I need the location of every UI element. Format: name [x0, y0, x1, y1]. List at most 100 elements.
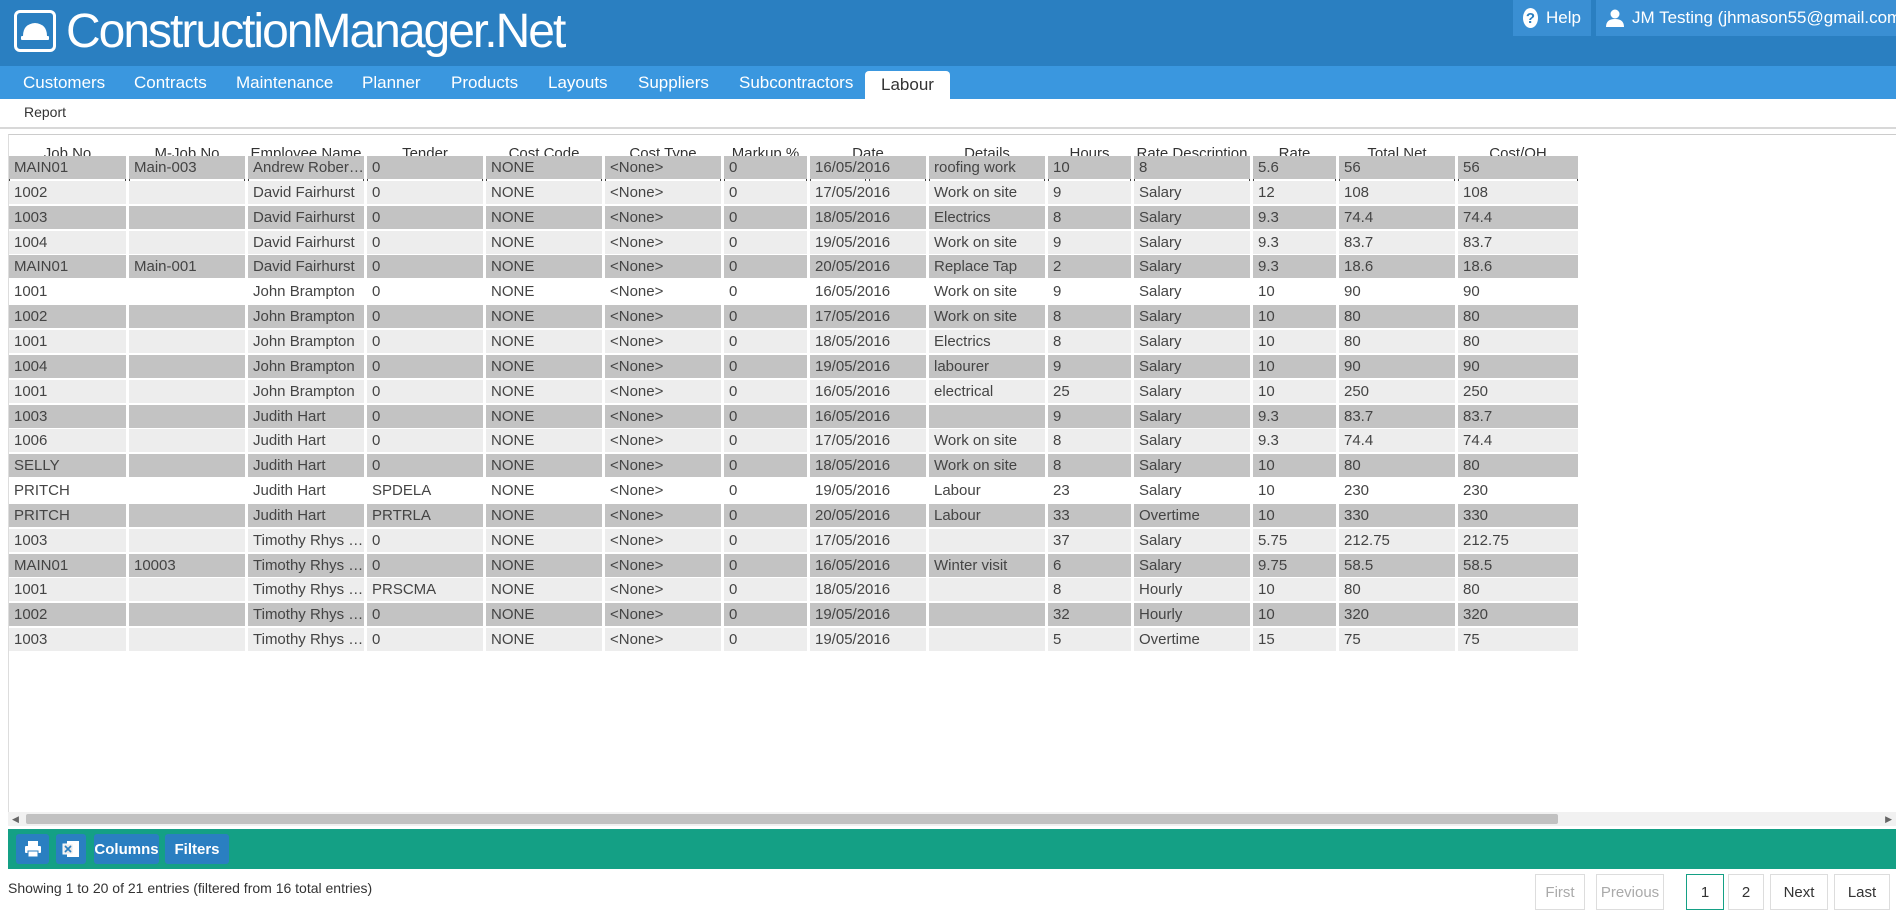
report-link[interactable]: Report	[24, 104, 66, 120]
table-cell: Overtime	[1134, 503, 1250, 527]
app-logo[interactable]: ConstructionManager.Net	[14, 4, 566, 58]
nav-planner[interactable]: Planner	[362, 66, 421, 99]
scrollbar-thumb[interactable]	[26, 814, 1558, 824]
table-cell: 0	[367, 404, 483, 428]
table-cell: Work on site	[929, 429, 1045, 453]
table-row[interactable]: 1003 David Fairhurst 0 NONE <None> 0 18/05/201…	[9, 205, 1896, 229]
table-cell: <None>	[605, 205, 721, 229]
table-cell: 0	[724, 429, 807, 453]
table-cell: 9	[1048, 404, 1131, 428]
user-menu-button[interactable]: JM Testing (jhmason55@gmail.com)	[1596, 0, 1896, 36]
table-cell: 17/05/2016	[810, 429, 926, 453]
table-cell: 17/05/2016	[810, 305, 926, 329]
table-cell: 0	[367, 305, 483, 329]
help-button[interactable]: ? Help	[1513, 0, 1591, 36]
table-cell: 74.4	[1458, 205, 1578, 229]
table-cell: Labour	[929, 503, 1045, 527]
table-cell: David Fairhurst	[248, 255, 364, 279]
table-row[interactable]: 1001Timothy Rhys JonesPRSCMANONE<None>01…	[9, 577, 1896, 602]
table-cell: 0	[724, 329, 807, 353]
nav-layouts[interactable]: Layouts	[548, 66, 608, 99]
table-row[interactable]: 1003Timothy Rhys Jones0NONE<None>019/05/…	[9, 627, 1896, 652]
table-cell: NONE	[486, 255, 602, 279]
table-cell: <None>	[605, 354, 721, 378]
scroll-right-icon[interactable]: ▶	[1885, 812, 1892, 826]
table-cell: Andrew Robert Mc...	[248, 156, 364, 179]
table-cell: Salary	[1134, 429, 1250, 453]
table-row[interactable]: 1002 John Brampton 0 NONE <None> 0 17/05/2016 W…	[9, 304, 1896, 329]
table-cell: roofing work	[929, 156, 1045, 179]
table-row[interactable]: 1001 John Brampton 0 NONE <None> 0 16/05/2016 e…	[9, 379, 1896, 403]
table-row[interactable]: 1004 David Fairhurst 0 NONE <None> 0 19/05/201…	[9, 230, 1896, 254]
pager-next[interactable]: Next	[1770, 874, 1828, 910]
print-button[interactable]	[16, 834, 49, 864]
table-cell: 58.5	[1339, 553, 1455, 577]
table-row[interactable]: 1006 Judith Hart 0 NONE <None> 0 17/05/2016 Wor…	[9, 428, 1896, 453]
scroll-left-icon[interactable]: ◀	[12, 812, 19, 826]
nav-subcontractors[interactable]: Subcontractors	[739, 66, 853, 99]
table-cell: SELLY	[9, 454, 126, 478]
table-cell: 0	[724, 230, 807, 254]
table-cell: 10	[1253, 503, 1336, 527]
excel-export-button[interactable]	[56, 834, 86, 864]
table-cell: NONE	[486, 553, 602, 577]
table-cell: 10	[1253, 603, 1336, 627]
table-row[interactable]: 1001 John Brampton 0 NONE <None> 0 16/05/2016 W…	[9, 279, 1896, 304]
pager-page-1[interactable]: 1	[1686, 874, 1724, 910]
table-cell: John Brampton	[248, 329, 364, 353]
table-cell: 1001	[9, 379, 126, 403]
table-cell: 83.7	[1458, 404, 1578, 428]
table-cell: 0	[724, 553, 807, 577]
table-cell: NONE	[486, 479, 602, 503]
table-cell: Electrics	[929, 329, 1045, 353]
table-cell: Electrics	[929, 205, 1045, 229]
table-cell: NONE	[486, 404, 602, 428]
nav-suppliers[interactable]: Suppliers	[638, 66, 709, 99]
table-cell: NONE	[486, 354, 602, 378]
table-cell	[129, 603, 245, 627]
table-row[interactable]: PRITCH Judith Hart PRTRLA NONE <None> 0 20/05/…	[9, 503, 1896, 527]
app-title: ConstructionManager.Net	[66, 4, 566, 58]
table-row[interactable]: 1003Timothy Rhys Jones0NONE<None>017/05/…	[9, 528, 1896, 552]
nav-labour[interactable]: Labour	[865, 71, 950, 99]
table-row[interactable]: 1003 Judith Hart 0 NONE <None> 0 16/05/2016 9 Sa…	[9, 404, 1896, 428]
pager-first[interactable]: First	[1535, 874, 1585, 910]
table-cell: 0	[367, 379, 483, 403]
pager-previous[interactable]: Previous	[1596, 874, 1664, 910]
table-cell: labourer	[929, 354, 1045, 378]
table-row[interactable]: MAIN01Main-003Andrew Robert Mc...0NONE<N…	[9, 155, 1896, 179]
table-row[interactable]: SELLY Judith Hart 0 NONE <None> 0 18/05/2016 Wo…	[9, 453, 1896, 478]
filters-button[interactable]: Filters	[165, 834, 229, 864]
table-cell: Judith Hart	[248, 479, 364, 503]
table-row[interactable]: 1004 John Brampton 0 NONE <None> 0 19/05/2016 l…	[9, 354, 1896, 378]
pager-last[interactable]: Last	[1834, 874, 1890, 910]
table-cell: 12	[1253, 180, 1336, 204]
table-cell: <None>	[605, 429, 721, 453]
table-cell: 0	[724, 354, 807, 378]
columns-button[interactable]: Columns	[94, 834, 159, 864]
table-row[interactable]: MAIN0110003Timothy Rhys Jones0NONE<None>…	[9, 553, 1896, 577]
table-cell: 83.7	[1339, 404, 1455, 428]
table-cell: 0	[367, 454, 483, 478]
table-row[interactable]: 1002 David Fairhurst 0 NONE <None> 0 17/05/201…	[9, 180, 1896, 204]
table-row[interactable]: PRITCH Judith Hart SPDELA NONE <None> 0 19/05/…	[9, 478, 1896, 503]
table-info: Showing 1 to 20 of 21 entries (filtered …	[8, 880, 373, 896]
nav-maintenance[interactable]: Maintenance	[236, 66, 333, 99]
table-cell: 16/05/2016	[810, 553, 926, 577]
table-cell: <None>	[605, 628, 721, 652]
table-row[interactable]: MAIN01 Main-001 David Fairhurst 0 NONE <None>…	[9, 254, 1896, 279]
table-row[interactable]: 1001 John Brampton 0 NONE <None> 0 18/05/2016 E…	[9, 329, 1896, 353]
table-cell: 1004	[9, 230, 126, 254]
table-row[interactable]: 1002Timothy Rhys Jones0NONE<None>019/05/…	[9, 602, 1896, 627]
table-cell: 16/05/2016	[810, 379, 926, 403]
horizontal-scrollbar[interactable]: ◀ ▶	[8, 812, 1896, 826]
table-cell: Salary	[1134, 180, 1250, 204]
nav-contracts[interactable]: Contracts	[134, 66, 207, 99]
table-cell: 0	[724, 628, 807, 652]
pager-page-2[interactable]: 2	[1728, 874, 1764, 910]
table-cell	[129, 379, 245, 403]
nav-customers[interactable]: Customers	[23, 66, 105, 99]
table-cell: NONE	[486, 578, 602, 602]
table-cell: 5.75	[1253, 528, 1336, 552]
nav-products[interactable]: Products	[451, 66, 518, 99]
